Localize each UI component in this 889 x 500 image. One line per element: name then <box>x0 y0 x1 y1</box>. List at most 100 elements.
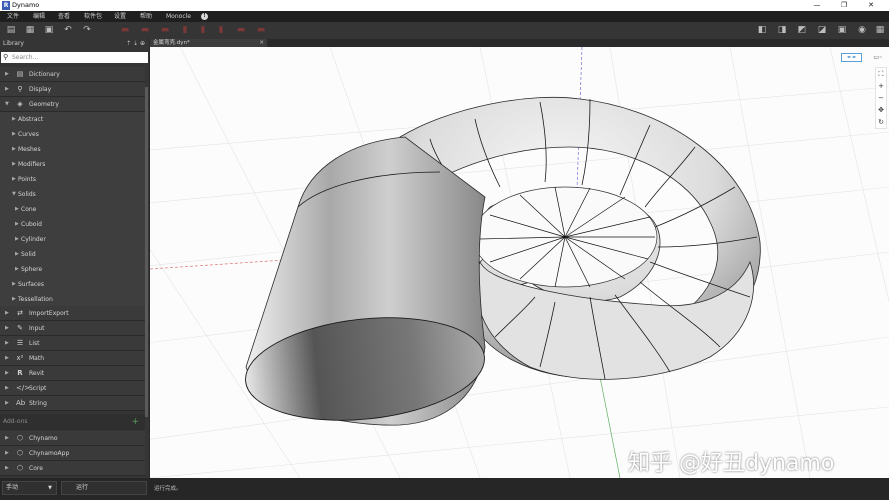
geometry-view-toggle[interactable]: ⚭⚭ <box>841 53 862 62</box>
expand-arrow-icon: ▶ <box>5 325 9 331</box>
view-cube-icon-3[interactable]: ◩ <box>797 25 807 35</box>
expand-arrow-icon: ▶ <box>5 71 9 77</box>
menu-edit[interactable]: 编辑 <box>33 11 45 22</box>
undo-icon[interactable]: ↶ <box>63 25 73 35</box>
display-icon: ⚲ <box>17 85 23 93</box>
close-button[interactable]: ✕ <box>861 0 881 11</box>
math-icon: x² <box>16 354 24 362</box>
expand-arrow-icon: ▶ <box>15 236 19 242</box>
plugin-icon-4[interactable]: ▮ <box>180 25 190 35</box>
save-icon[interactable]: ▣ <box>44 25 54 35</box>
menu-help[interactable]: 帮助 <box>140 11 152 22</box>
plugin-icon-1[interactable]: ▬ <box>120 25 130 35</box>
new-file-icon[interactable]: ▤ <box>6 25 16 35</box>
revit-icon: R <box>17 369 23 377</box>
plugin-icon-5[interactable]: ▮ <box>198 25 208 35</box>
library-category-geometry[interactable]: ▼ ◈ Geometry <box>0 97 145 112</box>
library-subcategory-points[interactable]: ▶ Points <box>0 172 145 187</box>
library-scrollbar[interactable] <box>145 87 148 417</box>
menu-view[interactable]: 查看 <box>58 11 70 22</box>
library-header-icons[interactable]: ⇡ ⇣ ⊕ <box>126 39 145 48</box>
package-icon: ⬡ <box>16 449 24 457</box>
library-addon-chynamoapp[interactable]: ▶ ⬡ ChynamoApp <box>0 446 145 461</box>
library-item-cuboid[interactable]: ▶ Cuboid <box>0 217 145 232</box>
library-subcategory-curves[interactable]: ▶ Curves <box>0 127 145 142</box>
library-search[interactable]: ⚲ <box>1 52 148 63</box>
library-subcategory-meshes[interactable]: ▶ Meshes <box>0 142 145 157</box>
library-addon-core[interactable]: ▶ ⬡ Core <box>0 461 145 476</box>
view-cube-icon-4[interactable]: ◪ <box>817 25 827 35</box>
dynamo-window: R Dynamo — ❐ ✕ 文件 编辑 查看 软件包 设置 帮助 Monocl… <box>0 0 889 500</box>
expand-arrow-icon: ▶ <box>12 146 16 152</box>
plugin-icon-6[interactable]: ▮ <box>216 25 226 35</box>
menu-packages[interactable]: 软件包 <box>84 11 102 22</box>
expand-arrow-icon: ▶ <box>5 400 9 406</box>
open-file-icon[interactable]: ▦ <box>25 25 35 35</box>
background-3d-preview[interactable]: ⚭⚭ ▭◦ ⛶ + − ✥ ↻ <box>150 47 889 478</box>
plugin-icon-8[interactable]: ▬ <box>256 25 266 35</box>
library-category-revit[interactable]: ▶ R Revit <box>0 366 145 381</box>
menu-monocle[interactable]: Monocle <box>166 11 191 22</box>
menu-file[interactable]: 文件 <box>7 11 19 22</box>
library-category-script[interactable]: ▶ </> Script <box>0 381 145 396</box>
library-subcategory-abstract[interactable]: ▶ Abstract <box>0 112 145 127</box>
toolbar: ▤ ▦ ▣ ↶ ↷ ▬ ▬ ▬ ▮ ▮ ▮ ▬ ▬ ◧ ◨ ◩ ◪ ▣ ◉ ▦ <box>0 22 889 39</box>
library-addon-chynamo[interactable]: ▶ ⬡ Chynamo <box>0 431 145 446</box>
menu-settings[interactable]: 设置 <box>114 11 126 22</box>
library-subcategory-solids[interactable]: ▼ Solids <box>0 187 145 202</box>
add-package-icon[interactable]: + <box>131 414 139 430</box>
pan-icon[interactable]: ✥ <box>876 104 886 116</box>
library-item-cylinder[interactable]: ▶ Cylinder <box>0 232 145 247</box>
library-category-math[interactable]: ▶ x² Math <box>0 351 145 366</box>
library-item-solid[interactable]: ▶ Solid <box>0 247 145 262</box>
library-category-display[interactable]: ▶ ⚲ Display <box>0 82 145 97</box>
library-panel: Library ⇡ ⇣ ⊕ ⚲ ▶ ▤ Dictionary ▶ ⚲ Displ… <box>0 39 149 479</box>
library-item-cone[interactable]: ▶ Cone <box>0 202 145 217</box>
minimize-button[interactable]: — <box>807 0 827 11</box>
view-cube-icon-2[interactable]: ◨ <box>777 25 787 35</box>
import-export-icon: ⇄ <box>17 309 23 317</box>
camera-icon[interactable]: ◉ <box>857 25 867 35</box>
tab-label: 金属弯壳.dyn* <box>153 40 190 46</box>
zoom-out-icon[interactable]: − <box>876 92 886 104</box>
title-bar: R Dynamo — ❐ ✕ <box>0 0 889 11</box>
library-category-string[interactable]: ▶ Ab String <box>0 396 145 411</box>
run-button[interactable]: 运行 <box>61 481 147 495</box>
graph-view-toggle[interactable]: ▭◦ <box>871 53 885 62</box>
expand-arrow-icon: ▶ <box>5 465 9 471</box>
library-subcategory-tessellation[interactable]: ▶ Tessellation <box>0 292 145 307</box>
orbit-icon[interactable]: ↻ <box>876 116 886 128</box>
run-mode-dropdown[interactable]: 手动 ▼ <box>2 481 57 495</box>
plugin-icon-7[interactable]: ▬ <box>236 25 246 35</box>
library-subcategory-modifiers[interactable]: ▶ Modifiers <box>0 157 145 172</box>
info-icon[interactable]: ! <box>201 13 208 20</box>
maximize-button[interactable]: ❐ <box>834 0 854 11</box>
collapse-arrow-icon: ▼ <box>12 191 16 197</box>
library-category-input[interactable]: ▶ ✎ Input <box>0 321 145 336</box>
expand-arrow-icon: ▶ <box>12 296 16 302</box>
library-category-dictionary[interactable]: ▶ ▤ Dictionary <box>0 67 145 82</box>
zoom-in-icon[interactable]: + <box>876 80 886 92</box>
zoom-fit-icon[interactable]: ⛶ <box>876 68 886 80</box>
library-item-sphere[interactable]: ▶ Sphere <box>0 262 145 277</box>
view-cube-icon-1[interactable]: ◧ <box>757 25 767 35</box>
status-bar: 手动 ▼ 运行 运行完成。 <box>0 478 889 500</box>
expand-arrow-icon: ▶ <box>5 310 9 316</box>
library-category-list[interactable]: ▶ ☰ List <box>0 336 145 351</box>
redo-icon[interactable]: ↷ <box>82 25 92 35</box>
expand-arrow-icon: ▶ <box>5 355 9 361</box>
expand-arrow-icon: ▶ <box>5 370 9 376</box>
tab-workspace[interactable]: 金属弯壳.dyn* ✕ <box>150 39 267 47</box>
library-subcategory-surfaces[interactable]: ▶ Surfaces <box>0 277 145 292</box>
search-input[interactable] <box>12 53 142 62</box>
search-icon: ⚲ <box>3 53 9 61</box>
view-cube-icon-5[interactable]: ▣ <box>837 25 847 35</box>
tab-close-icon[interactable]: ✕ <box>259 39 264 47</box>
library-header: Library ⇡ ⇣ ⊕ <box>0 39 149 48</box>
plugin-icon-3[interactable]: ▬ <box>160 25 170 35</box>
plugin-icon-2[interactable]: ▬ <box>140 25 150 35</box>
library-category-importexport[interactable]: ▶ ⇄ ImportExport <box>0 306 145 321</box>
expand-arrow-icon: ▶ <box>12 281 16 287</box>
screenshot-icon[interactable]: ▦ <box>875 25 885 35</box>
run-mode-value: 手动 <box>6 484 19 491</box>
